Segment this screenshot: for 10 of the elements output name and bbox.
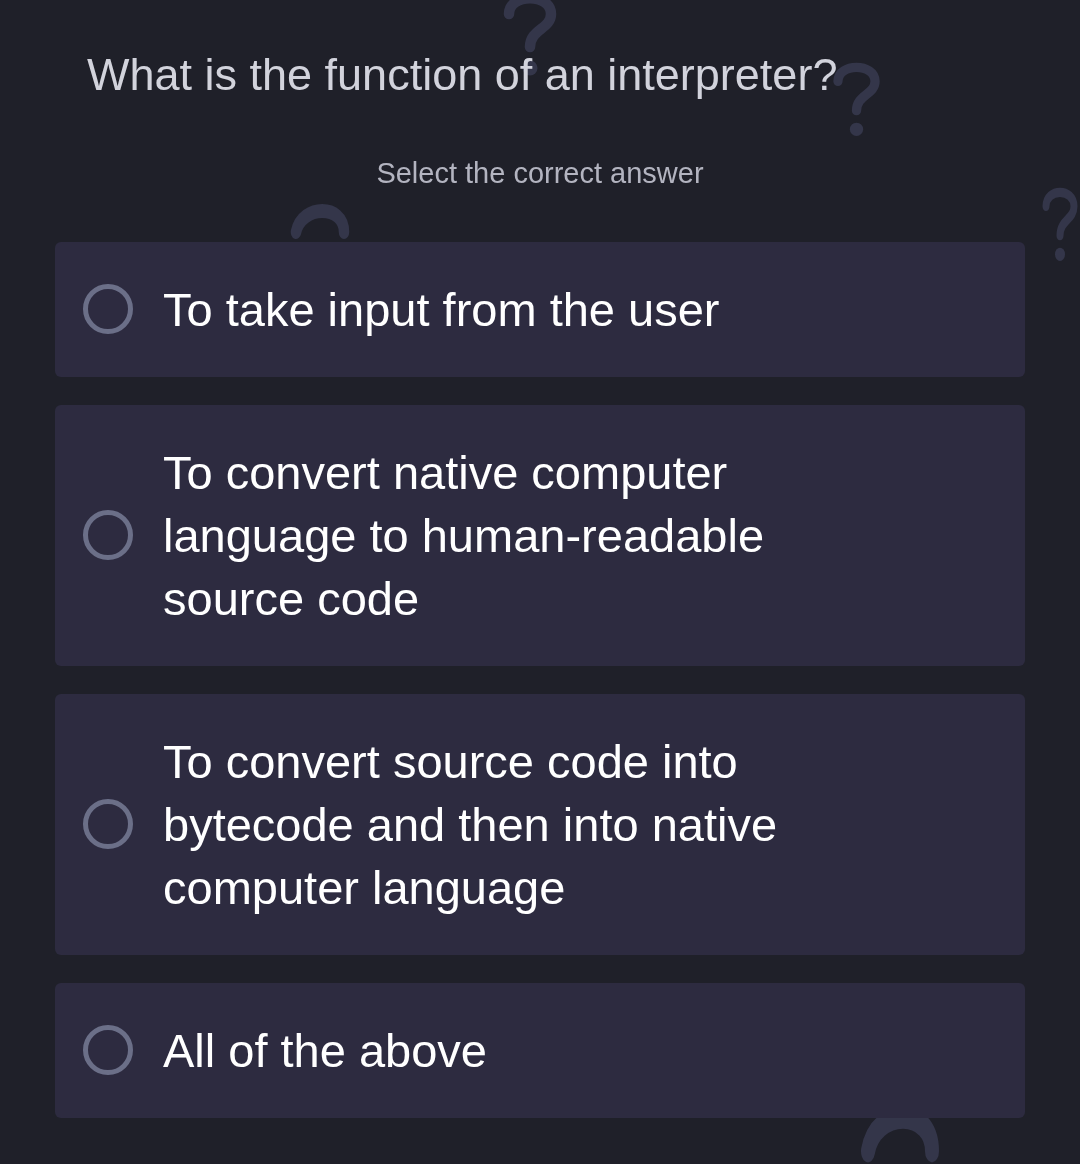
answer-option[interactable]: To convert native computer language to human-readable source code: [55, 404, 1025, 666]
answer-option[interactable]: All of the above: [55, 982, 1025, 1118]
answer-option[interactable]: To take input from the user: [55, 241, 1025, 377]
instruction-text: Select the correct answer: [376, 157, 704, 189]
answer-option[interactable]: To convert source code into bytecode and then into native computer language: [55, 693, 1025, 955]
radio-button[interactable]: [83, 799, 133, 849]
radio-button[interactable]: [83, 510, 133, 560]
question-title: What is the function of an interpreter?: [87, 48, 838, 102]
radio-button[interactable]: [83, 284, 133, 334]
radio-button[interactable]: [83, 1025, 133, 1075]
